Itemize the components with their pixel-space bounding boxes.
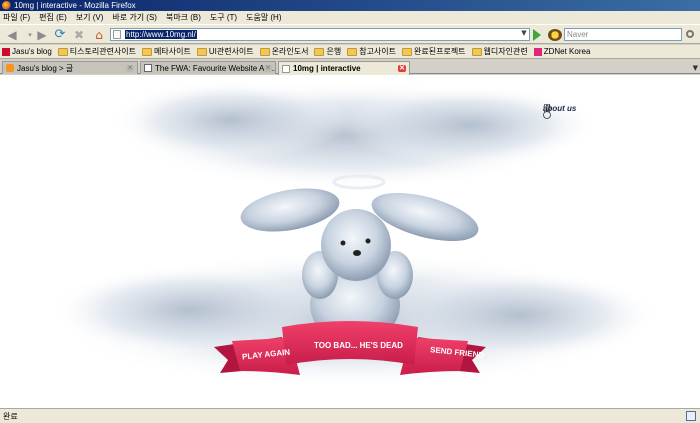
window-titlebar: 10mg | interactive - Mozilla Firefox [0,0,700,11]
bookmark-folder-meta[interactable]: 메타사이트 [142,46,191,57]
folder-icon [259,47,270,56]
dead-message: TOO BAD... HE'S DEAD [314,341,403,350]
folder-icon [347,47,358,56]
tab-strip: Jasu's blog > 글 ✕ The FWA: Favourite Web… [0,60,700,75]
go-button[interactable] [533,29,541,41]
tab-list-icon[interactable]: ▼ [693,64,698,72]
bookmark-zdnet[interactable]: ZDNet Korea [533,47,590,56]
tab-label: 10mg | interactive [293,64,361,73]
bookmark-folder-bank[interactable]: 은행 [314,46,341,57]
bookmark-folder-books[interactable]: 온라인도서 [259,46,308,57]
search-engine-icon[interactable] [548,29,562,41]
menu-go[interactable]: 바로 가기 (S) [112,12,157,23]
folder-icon [314,47,325,56]
about-us-link[interactable]: about us [543,104,576,119]
bookmark-folder-reference[interactable]: 참고사이트 [347,46,396,57]
tab-fwa[interactable]: The FWA: Favourite Website Aw... ✕ [140,61,276,74]
tab-label: The FWA: Favourite Website Aw... [155,63,276,73]
address-bar[interactable]: http://www.10mg.nl/ ▼ [110,28,530,41]
firefox-icon [2,1,11,10]
address-url[interactable]: http://www.10mg.nl/ [125,30,197,39]
stop-icon[interactable]: ✖ [72,28,86,42]
tab-jasu-blog[interactable]: Jasu's blog > 글 ✕ [2,61,138,74]
search-icon[interactable] [686,30,694,38]
page-content: about us PLAY AGAIN TOO BAD... HE'S DEAD… [0,75,700,408]
bunny-icon [543,104,551,119]
menu-help[interactable]: 도움말 (H) [246,12,281,23]
tab-label: Jasu's blog > 글 [17,63,74,73]
tab-close-icon[interactable]: ✕ [264,65,272,72]
bookmarks-toolbar: Jasu's blog 티스토리관련사이트 메타사이트 UI관련사이트 온라인도… [0,45,700,59]
blog-icon [2,47,10,56]
menu-bookmarks[interactable]: 북마크 (B) [166,12,201,23]
menu-view[interactable]: 보기 (V) [76,12,104,23]
fwa-icon [144,64,152,72]
bookmark-folder-webdesign[interactable]: 웹디자인관련 [471,46,528,57]
address-dropdown-icon[interactable]: ▼ [519,29,529,40]
bookmark-jasu-blog[interactable]: Jasu's blog [2,47,52,56]
window-title: 10mg | interactive - Mozilla Firefox [14,1,136,10]
search-placeholder: Naver [567,30,589,39]
status-text: 완료 [3,411,18,421]
page-icon [282,64,290,73]
zdnet-icon [533,47,542,56]
folder-icon [196,47,207,56]
bookmark-folder-projects[interactable]: 완료된프로젝트 [402,46,466,57]
folder-icon [142,47,153,56]
reload-icon[interactable]: ⟳ [52,27,68,42]
bookmark-folder-tistory[interactable]: 티스토리관련사이트 [57,46,136,57]
scene-illustration [50,80,660,390]
bookmark-folder-ui[interactable]: UI관련사이트 [196,46,254,57]
cloud-top-right [340,85,600,165]
status-bar: 완료 [0,408,700,423]
forward-arrow-icon[interactable]: ▶ [34,28,50,42]
back-arrow-icon[interactable]: ◀ [4,28,20,42]
folder-icon [471,47,482,56]
tistory-icon [6,64,14,72]
navigation-toolbar: ◀ ▾ ▶ ⟳ ✖ ⌂ http://www.10mg.nl/ ▼ Naver [0,24,700,44]
menu-tools[interactable]: 도구 (T) [210,12,237,23]
search-input[interactable]: Naver [564,28,682,41]
tab-close-icon[interactable]: ✕ [398,65,406,72]
tab-10mg[interactable]: 10mg | interactive ✕ [278,61,410,75]
page-icon [113,30,121,39]
cloud-top-left [110,80,350,160]
status-edit-icon[interactable] [686,411,696,421]
menu-bar: 파일 (F) 편집 (E) 보기 (V) 바로 가기 (S) 북마크 (B) 도… [0,11,700,24]
tab-close-icon[interactable]: ✕ [126,65,134,72]
home-icon[interactable]: ⌂ [92,28,106,42]
folder-icon [57,47,68,56]
folder-icon [402,47,413,56]
menu-edit[interactable]: 편집 (E) [39,12,67,23]
menu-file[interactable]: 파일 (F) [3,12,30,23]
